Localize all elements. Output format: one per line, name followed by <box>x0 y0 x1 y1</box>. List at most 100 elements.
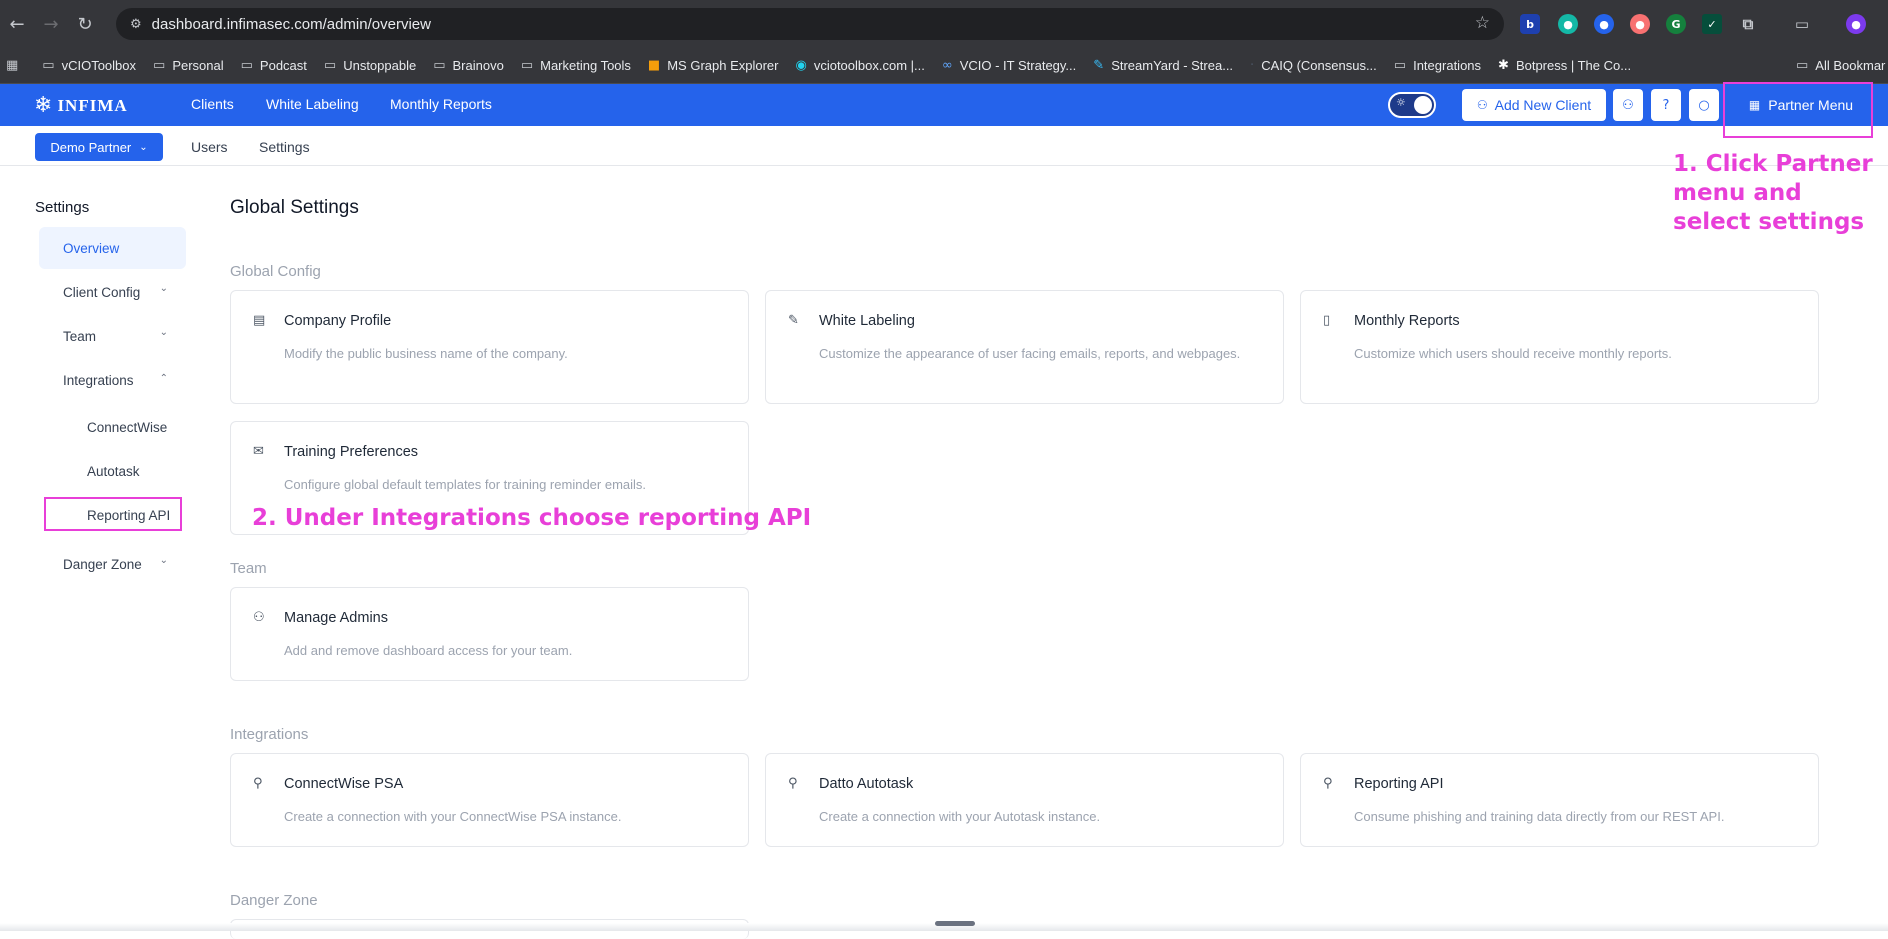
url-text[interactable]: dashboard.infimasec.com/admin/overview <box>152 16 431 33</box>
card-white-labeling[interactable]: ✎ White Labeling Customize the appearanc… <box>765 290 1284 404</box>
sidebar-item-team[interactable]: Team ⌄ <box>39 315 186 357</box>
folder-icon: ▭ <box>42 58 55 73</box>
bookmark-folder[interactable]: ▭ Marketing Tools <box>521 58 631 73</box>
sidebar-item-client-config[interactable]: Client Config ⌄ <box>39 271 186 313</box>
highlight-reporting-api <box>44 497 182 531</box>
section-global-config: Global Config <box>230 263 321 280</box>
section-integrations: Integrations <box>230 726 309 743</box>
help-icon[interactable]: ? <box>1651 89 1681 121</box>
annotation-step-2: 2. Under Integrations choose reporting A… <box>252 505 812 531</box>
user-icon: ⚇ <box>253 610 265 625</box>
sidebar-item-overview[interactable]: Overview <box>39 227 186 269</box>
bookmark-folder[interactable]: ▭ Brainovo <box>433 58 504 73</box>
add-new-client-button[interactable]: ⚇ Add New Client <box>1462 89 1606 121</box>
card-manage-admins[interactable]: ⚇ Manage Admins Add and remove dashboard… <box>230 587 749 681</box>
back-icon[interactable]: ← <box>0 7 34 41</box>
card-monthly-reports[interactable]: ▯ Monthly Reports Customize which users … <box>1300 290 1819 404</box>
bookmark-folder[interactable]: ▭ Unstoppable <box>324 58 416 73</box>
sub-nav: Demo Partner ⌄ Users Settings <box>0 126 1888 166</box>
highlight-partner-menu <box>1723 82 1873 138</box>
annotation-step-1: 1. Click Partner menu and select setting… <box>1673 151 1873 235</box>
apps-grid-icon[interactable]: ▦ <box>6 58 25 73</box>
sidebar-title: Settings <box>35 199 90 216</box>
microsoft-icon: ■ <box>647 58 661 73</box>
sidebar-item-integrations[interactable]: Integrations ⌃ <box>39 359 186 401</box>
sun-icon: ☼ <box>1396 96 1406 109</box>
folder-icon: ▭ <box>240 58 253 73</box>
infima-logo[interactable]: ❄ INFIMA <box>34 93 128 118</box>
bookmarks-bar: ▦ ▭ vCIOToolbox ▭ Personal ▭ Podcast ▭ Unsto… <box>0 48 1888 84</box>
folder-icon: ▭ <box>323 58 337 73</box>
card-company-profile[interactable]: ▤ Company Profile Modify the public busi… <box>230 290 749 404</box>
bookmark-link[interactable]: ✎ StreamYard - Strea... <box>1093 58 1233 73</box>
extension-icon[interactable]: b <box>1520 14 1540 34</box>
section-team: Team <box>230 560 267 577</box>
bookmark-link[interactable]: ∞ VCIO - IT Strategy... <box>942 58 1076 73</box>
section-danger-zone: Danger Zone <box>230 892 318 909</box>
card-datto-autotask[interactable]: ⚲ Datto Autotask Create a connection wit… <box>765 753 1284 847</box>
user-plus-icon: ⚇ <box>1476 98 1488 112</box>
plug-icon: ⚲ <box>253 776 263 791</box>
extension-icon[interactable]: ● <box>1558 14 1578 34</box>
chat-icon[interactable]: ○ <box>1689 89 1719 121</box>
chevron-down-icon: ⌄ <box>159 283 168 294</box>
plug-icon: ⚲ <box>1323 776 1333 791</box>
pin-icon: ◉ <box>795 58 807 73</box>
partner-selector[interactable]: Demo Partner ⌄ <box>35 133 163 161</box>
folder-icon: ▭ <box>1796 58 1809 73</box>
grammarly-icon[interactable]: G <box>1666 14 1686 34</box>
chevron-up-icon: ⌃ <box>159 373 168 384</box>
scroll-handle[interactable] <box>935 921 975 926</box>
bookmark-folder[interactable]: ▭ Integrations <box>1394 58 1481 73</box>
browser-toolbar: ← → ↻ ⚙ dashboard.infimasec.com/admin/ov… <box>0 0 1888 48</box>
folder-icon: ▭ <box>1393 58 1407 73</box>
bookmark-folder[interactable]: ▭ Personal <box>153 58 224 73</box>
nav-clients[interactable]: Clients <box>191 96 234 112</box>
tab-settings[interactable]: Settings <box>259 139 310 155</box>
snowflake-icon: ❄ <box>34 93 54 118</box>
theme-toggle[interactable]: ☼ <box>1388 92 1436 118</box>
app-top-nav: ❄ INFIMA Clients White Labeling Monthly R… <box>0 84 1888 126</box>
mail-icon: ✉ <box>253 444 264 459</box>
extension-icon[interactable]: ● <box>1630 14 1650 34</box>
forward-icon[interactable]: → <box>34 7 68 41</box>
folder-icon: ▭ <box>520 58 534 73</box>
card-connectwise-psa[interactable]: ⚲ ConnectWise PSA Create a connection wi… <box>230 753 749 847</box>
plug-icon: ⚲ <box>788 776 798 791</box>
extension-icon[interactable]: ● <box>1594 14 1614 34</box>
document-icon: ▯ <box>1323 313 1331 328</box>
sidebar-item-danger-zone[interactable]: Danger Zone ⌄ <box>39 543 186 585</box>
site-info-icon[interactable]: ⚙ <box>130 17 142 32</box>
edit-icon: ✎ <box>788 313 799 328</box>
bookmark-link[interactable]: ◉ vciotoolbox.com |... <box>795 58 924 73</box>
streamyard-icon: ✎ <box>1093 58 1105 73</box>
nav-monthly-reports[interactable]: Monthly Reports <box>390 96 492 112</box>
users-icon[interactable]: ⚇ <box>1613 89 1643 121</box>
bookmark-link[interactable]: ■ MS Graph Explorer <box>648 58 779 73</box>
folder-icon: ▭ <box>153 58 166 73</box>
bookmark-folder[interactable]: ▭ vCIOToolbox <box>42 58 136 73</box>
profile-avatar[interactable]: ● <box>1846 14 1866 34</box>
side-panel-icon[interactable]: ▭ <box>1792 14 1812 34</box>
page-title: Global Settings <box>230 197 359 218</box>
sidebar-sub-autotask[interactable]: Autotask <box>87 464 140 479</box>
bookmark-folder[interactable]: ▭ Podcast <box>241 58 307 73</box>
bookmark-link[interactable]: ✱ Botpress | The Co... <box>1498 58 1631 73</box>
bookmark-link[interactable]: · CAIQ (Consensus... <box>1250 58 1377 73</box>
address-bar[interactable]: ⚙ dashboard.infimasec.com/admin/overview… <box>116 8 1504 40</box>
sidebar-sub-connectwise[interactable]: ConnectWise <box>87 420 167 435</box>
building-icon: ▤ <box>253 313 266 328</box>
all-bookmarks[interactable]: ▭ All Bookmar <box>1796 58 1885 73</box>
chevron-down-icon: ⌄ <box>159 555 168 566</box>
vcio-icon: ∞ <box>941 58 953 73</box>
chevron-down-icon: ⌄ <box>139 141 148 153</box>
reload-icon[interactable]: ↻ <box>68 7 102 41</box>
card-reporting-api[interactable]: ⚲ Reporting API Consume phishing and tra… <box>1300 753 1819 847</box>
caiq-icon: · <box>1250 58 1255 73</box>
botpress-icon: ✱ <box>1498 58 1509 73</box>
tab-users[interactable]: Users <box>191 139 228 155</box>
extensions-puzzle-icon[interactable]: ⧉ <box>1738 14 1758 34</box>
bookmark-star-icon[interactable]: ☆ <box>1475 13 1490 33</box>
nav-white-labeling[interactable]: White Labeling <box>266 96 359 112</box>
extension-icon[interactable]: ✓ <box>1702 14 1722 34</box>
